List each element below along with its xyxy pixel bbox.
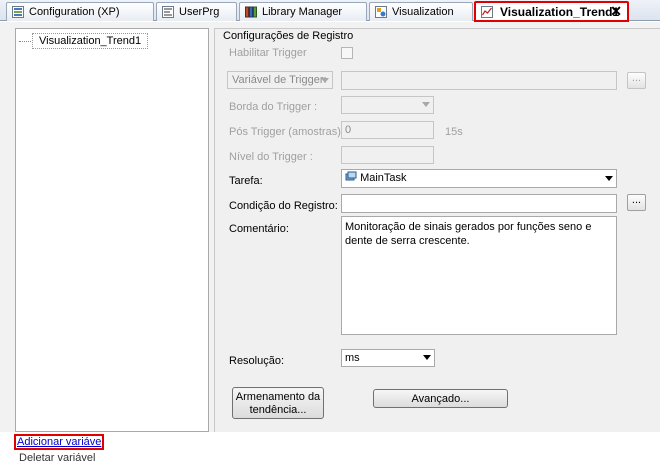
trigger-level-label: Nível do Trigger : [229, 151, 313, 163]
configuration-icon [12, 6, 24, 18]
program-icon [162, 6, 174, 18]
task-label: Tarefa: [229, 175, 263, 187]
trend-editor: Visualization_Trend1 Configurações de Re… [0, 22, 660, 432]
tab-visualization-trend1[interactable]: Visualization_Trend1 ✕ [474, 1, 629, 22]
comment-label: Comentário: [229, 223, 289, 235]
chevron-down-icon [422, 102, 430, 107]
record-settings-panel: Configurações de Registro Habilitar Trig… [214, 28, 660, 432]
trigger-variable-browse-button[interactable]: ... [627, 72, 646, 89]
trigger-variable-input[interactable] [341, 71, 617, 90]
post-trigger-input[interactable]: 0 [341, 121, 434, 139]
visualization-icon [375, 6, 387, 18]
library-icon [245, 6, 257, 18]
editor-tab-bar: Configuration (XP) UserPrg Library Manag… [0, 0, 660, 22]
chevron-down-icon [321, 78, 329, 83]
tree-item-visualization-trend1[interactable]: Visualization_Trend1 [32, 33, 149, 49]
trend-storage-button[interactable]: Armenamento da tendência... [232, 387, 324, 419]
trend-icon [481, 6, 493, 18]
record-condition-input[interactable] [341, 194, 617, 213]
tree-connector [19, 41, 31, 42]
trigger-level-input[interactable] [341, 146, 434, 164]
enable-trigger-checkbox[interactable] [341, 47, 353, 59]
trigger-edge-label: Borda do Trigger : [229, 101, 318, 113]
resolution-value: ms [345, 352, 360, 364]
close-tab-icon[interactable]: ✕ [610, 3, 622, 20]
record-condition-label: Condição do Registro: [229, 200, 338, 212]
tab-visualization[interactable]: Visualization [369, 2, 473, 21]
tab-label: Visualization_Trend1 [500, 5, 620, 19]
enable-trigger-label: Habilitar Trigger [229, 47, 307, 59]
comment-textarea[interactable]: Monitoração de sinais gerados por funçõe… [341, 216, 617, 335]
tab-label: UserPrg [179, 6, 220, 18]
tab-label: Configuration (XP) [29, 6, 120, 18]
tab-configuration[interactable]: Configuration (XP) [6, 2, 154, 21]
post-trigger-unit: 15s [445, 126, 463, 138]
tab-label: Visualization [392, 6, 454, 18]
post-trigger-label: Pós Trigger (amostras): [229, 126, 344, 138]
tab-label: Library Manager [262, 6, 343, 18]
task-icon [345, 171, 357, 181]
task-value: MainTask [360, 172, 407, 184]
chevron-down-icon [423, 355, 431, 360]
group-title: Configurações de Registro [223, 30, 354, 42]
add-variable-link[interactable]: Adicionar variáve [14, 434, 105, 450]
record-condition-browse-button[interactable]: ... [627, 194, 646, 211]
resolution-label: Resolução: [229, 355, 285, 367]
tab-library-manager[interactable]: Library Manager [239, 2, 367, 21]
chevron-down-icon [605, 176, 613, 181]
delete-variable-link[interactable]: Deletar variável [19, 452, 95, 464]
trigger-variable-combo[interactable]: Variável de Trigger: [227, 71, 333, 89]
variables-tree: Visualization_Trend1 [15, 28, 209, 432]
resolution-select[interactable]: ms [341, 349, 435, 367]
tab-userprg[interactable]: UserPrg [156, 2, 237, 21]
trigger-variable-label: Variável de Trigger: [232, 74, 327, 86]
variables-footer: Adicionar variáve Deletar variável [0, 432, 660, 474]
advanced-button[interactable]: Avançado... [373, 389, 508, 408]
task-select[interactable]: MainTask [341, 169, 617, 188]
trigger-edge-select[interactable] [341, 96, 434, 114]
